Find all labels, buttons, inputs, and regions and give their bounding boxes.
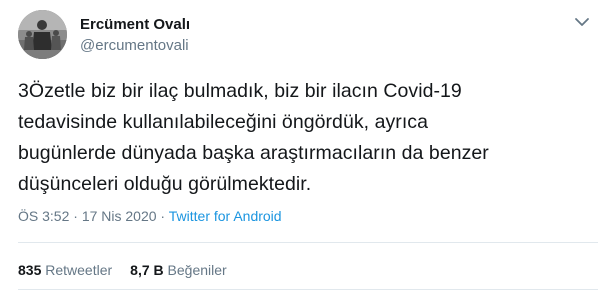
likes-stat[interactable]: 8,7 B Beğeniler [130,262,227,278]
tweet-card: Ercüment Ovalı @ercumentovali 3Özetle bi… [0,0,612,296]
meta-separator: · [156,208,169,224]
user-handle[interactable]: @ercumentovali [80,37,189,54]
likes-label: Beğeniler [167,262,227,278]
tweet-meta: ÖS 3:52 · 17 Nis 2020 · Twitter for Andr… [18,208,282,224]
tweet-time[interactable]: ÖS 3:52 [18,208,69,224]
display-name[interactable]: Ercüment Ovalı [80,16,190,33]
tweet-text-line: düşünceleri olduğu görülmektedir. [18,173,312,195]
tweet-stats: 835 Retweetler 8,7 B Beğeniler [18,262,227,278]
divider [18,242,598,243]
divider [18,289,598,290]
meta-separator: · [69,208,82,224]
tweet-text-line: bugünlerde dünyada başka araştırmacıları… [18,142,489,164]
retweets-count: 835 [18,262,42,278]
tweet-date[interactable]: 17 Nis 2020 [82,208,157,224]
avatar-photo-icon [18,10,67,59]
avatar[interactable] [18,10,67,59]
retweets-label: Retweetler [45,262,113,278]
retweets-stat[interactable]: 835 Retweetler [18,262,112,278]
tweet-text-line: tedavisinde kullanılabileceğini öngördük… [18,111,428,133]
likes-count: 8,7 B [130,262,164,278]
tweet-text: 3Özetle biz bir ilaç bulmadık, biz bir i… [18,76,588,200]
tweet-text-line: 3Özetle biz bir ilaç bulmadık, biz bir i… [18,80,462,102]
chevron-down-icon[interactable] [572,14,592,30]
tweet-source-link[interactable]: Twitter for Android [169,208,282,224]
